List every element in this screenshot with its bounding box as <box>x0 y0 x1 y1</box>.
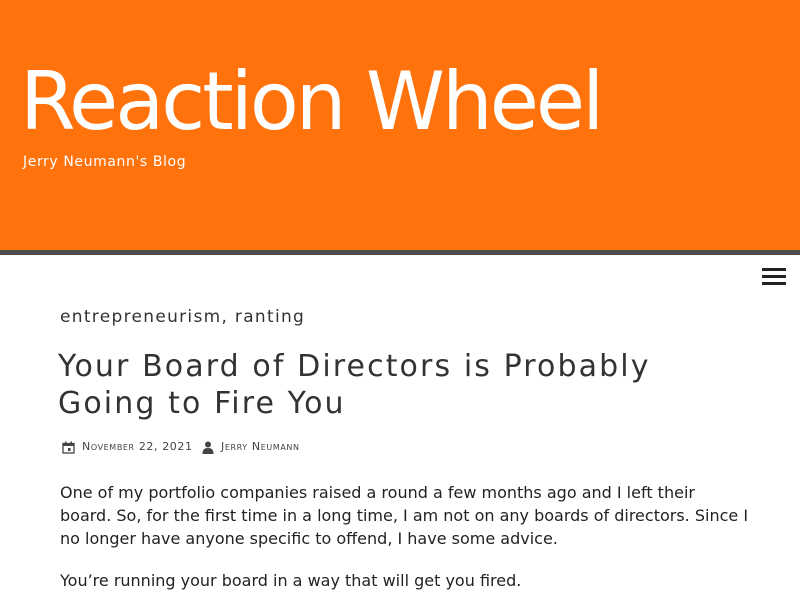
navigation-bar <box>0 250 800 255</box>
menu-icon-line <box>762 275 786 278</box>
menu-icon-line <box>762 268 786 271</box>
post-date-link[interactable]: November 22, 2021 <box>82 440 193 453</box>
calendar-icon <box>62 441 75 454</box>
post-paragraph: You’re running your board in a way that … <box>60 571 522 590</box>
category-separator: , <box>221 307 235 327</box>
site-title-link[interactable]: Reaction Wheel <box>20 50 604 154</box>
category-link-ranting[interactable]: ranting <box>235 307 305 327</box>
post-author-link[interactable]: Jerry Neumann <box>221 440 300 453</box>
post-categories: entrepreneurism, ranting <box>60 305 305 329</box>
person-icon <box>202 441 214 454</box>
hamburger-menu-icon[interactable] <box>762 265 786 287</box>
post-paragraph: One of my portfolio companies raised a r… <box>60 483 749 548</box>
site-tagline: Jerry Neumann's Blog <box>23 154 187 170</box>
site-header: Reaction Wheel Jerry Neumann's Blog <box>0 0 800 250</box>
post-author-container: Jerry Neumann <box>221 438 300 456</box>
post-date-container: November 22, 2021 <box>82 438 193 456</box>
post-content: One of my portfolio companies raised a r… <box>60 481 750 600</box>
post-title[interactable]: Your Board of Directors is Probably Goin… <box>58 348 758 422</box>
category-link-entrepreneurism[interactable]: entrepreneurism <box>60 307 221 327</box>
menu-icon-line <box>762 282 786 285</box>
